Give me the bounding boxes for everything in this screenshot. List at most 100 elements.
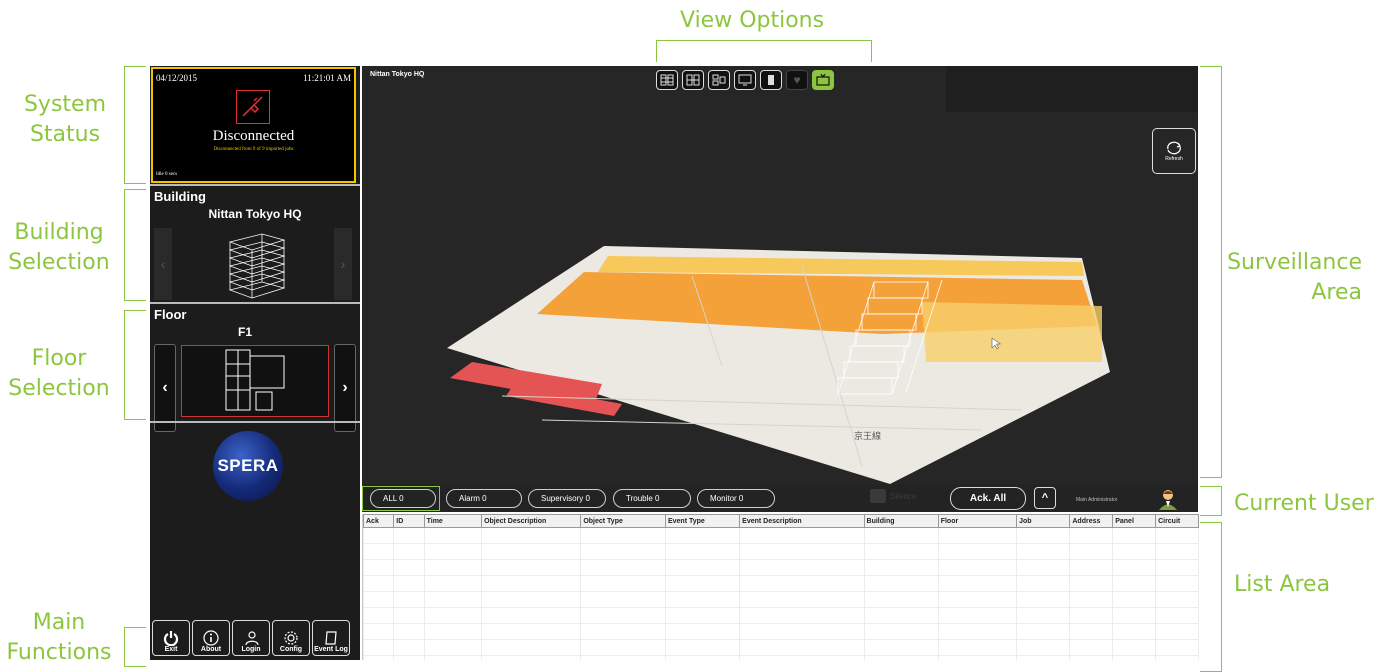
config-label: Config — [279, 646, 303, 653]
table-cell — [664, 639, 741, 656]
table-cell — [863, 655, 939, 660]
table-cell — [1016, 639, 1071, 656]
table-cell — [423, 623, 483, 640]
table-cell — [363, 655, 395, 660]
table-cell — [363, 591, 395, 608]
bracket-view-options — [656, 40, 872, 62]
ack-all-button[interactable]: Ack. All — [950, 487, 1026, 510]
spera-logo-text: SPERA — [217, 456, 279, 475]
table-cell — [393, 527, 425, 544]
col-time[interactable]: Time — [423, 514, 483, 528]
table-cell — [423, 655, 483, 660]
table-cell — [863, 639, 939, 656]
col-object-description[interactable]: Object Description — [481, 514, 582, 528]
divider — [150, 184, 360, 186]
col-ack[interactable]: Ack — [363, 514, 395, 528]
filter-trouble[interactable]: Trouble 0 — [613, 489, 691, 508]
bracket-list-area — [1200, 522, 1222, 672]
table-cell — [1112, 623, 1157, 640]
filter-all[interactable]: ALL 0 — [370, 489, 436, 508]
bracket-surveillance-area — [1200, 66, 1222, 478]
gear-icon — [284, 631, 298, 645]
floor-name: F1 — [238, 325, 253, 339]
table-row[interactable] — [363, 527, 1199, 544]
table-row[interactable] — [363, 559, 1199, 576]
table-cell — [739, 623, 865, 640]
silence-button[interactable]: Silence — [870, 489, 916, 503]
surveillance-area[interactable]: Nittan Tokyo HQ ♥ Refresh 京王線 — [362, 66, 1198, 484]
table-cell — [863, 559, 939, 576]
col-object-type[interactable]: Object Type — [580, 514, 666, 528]
exit-button[interactable]: Exit — [152, 620, 190, 656]
col-id[interactable]: ID — [393, 514, 425, 528]
col-floor[interactable]: Floor — [937, 514, 1018, 528]
expand-list-button[interactable]: ^ — [1034, 487, 1056, 509]
filter-monitor[interactable]: Monitor 0 — [697, 489, 775, 508]
col-event-description[interactable]: Event Description — [739, 514, 865, 528]
login-button[interactable]: Login — [232, 620, 270, 656]
floor-prev-button[interactable]: ‹ — [154, 344, 176, 432]
table-cell — [863, 527, 939, 544]
table-cell — [481, 559, 582, 576]
building-prev-button[interactable]: ‹ — [154, 228, 172, 300]
config-button[interactable]: Config — [272, 620, 310, 656]
filter-supervisory[interactable]: Supervisory 0 — [528, 489, 606, 508]
table-row[interactable] — [363, 639, 1199, 656]
table-cell — [739, 607, 865, 624]
bracket-main-functions — [124, 627, 146, 667]
table-row[interactable] — [363, 623, 1199, 640]
col-event-type[interactable]: Event Type — [664, 514, 741, 528]
table-cell — [1155, 543, 1199, 560]
table-cell — [1069, 559, 1114, 576]
filter-alarm[interactable]: Alarm 0 — [446, 489, 522, 508]
building-next-button[interactable]: › — [334, 228, 352, 300]
floor-section-label: Floor — [154, 307, 187, 322]
table-cell — [393, 639, 425, 656]
col-circuit[interactable]: Circuit — [1155, 514, 1199, 528]
table-cell — [1155, 591, 1199, 608]
table-cell — [739, 639, 865, 656]
bracket-building-selection — [124, 189, 146, 301]
table-cell — [1016, 591, 1071, 608]
list-area[interactable]: Ack ID Time Object Description Object Ty… — [362, 514, 1199, 660]
event-log-button[interactable]: Event Log — [312, 620, 350, 656]
table-row[interactable] — [363, 543, 1199, 560]
floor-next-button[interactable]: › — [334, 344, 356, 432]
table-cell — [1112, 527, 1157, 544]
table-cell — [423, 591, 483, 608]
col-panel[interactable]: Panel — [1112, 514, 1157, 528]
table-cell — [393, 623, 425, 640]
divider — [150, 302, 360, 304]
table-cell — [481, 655, 582, 660]
table-cell — [481, 607, 582, 624]
table-cell — [1016, 655, 1071, 660]
floor-plan-thumbnail[interactable] — [181, 345, 329, 417]
table-cell — [664, 527, 741, 544]
table-cell — [363, 623, 395, 640]
info-icon — [203, 630, 219, 646]
map-3d-view[interactable]: 京王線 — [362, 66, 1198, 484]
table-cell — [580, 591, 666, 608]
col-job[interactable]: Job — [1016, 514, 1071, 528]
table-cell — [863, 591, 939, 608]
status-time: 11:21:01 AM — [303, 73, 351, 83]
table-row[interactable] — [363, 591, 1199, 608]
table-cell — [481, 575, 582, 592]
col-address[interactable]: Address — [1069, 514, 1114, 528]
table-cell — [1069, 591, 1114, 608]
table-cell — [1112, 543, 1157, 560]
bracket-floor-selection — [124, 310, 146, 420]
about-button[interactable]: About — [192, 620, 230, 656]
table-row[interactable] — [363, 655, 1199, 660]
user-avatar[interactable] — [1156, 487, 1180, 516]
table-cell — [481, 543, 582, 560]
table-cell — [739, 591, 865, 608]
table-cell — [363, 607, 395, 624]
col-building[interactable]: Building — [863, 514, 939, 528]
table-row[interactable] — [363, 575, 1199, 592]
building-model-icon[interactable] — [222, 228, 292, 305]
table-cell — [423, 639, 483, 656]
table-row[interactable] — [363, 607, 1199, 624]
table-cell — [937, 607, 1018, 624]
bracket-system-status — [124, 66, 146, 184]
